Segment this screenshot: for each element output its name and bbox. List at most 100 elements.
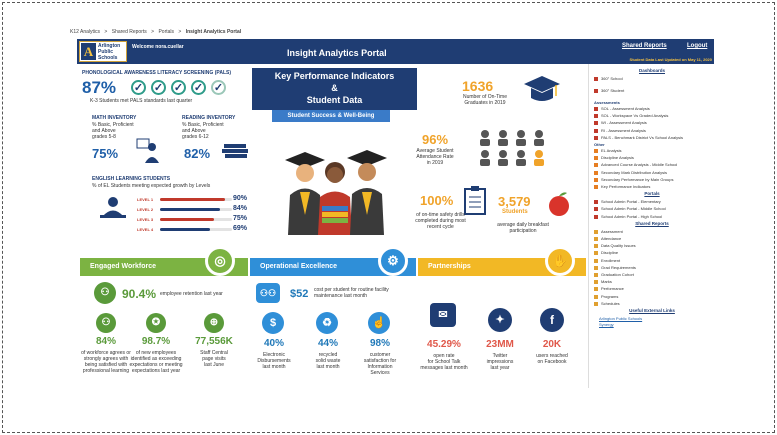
sidebar-report-link[interactable]: Programs (594, 294, 618, 299)
el-level-label: LEVEL 4 (137, 227, 154, 232)
sidebar-report-label: School Admin Portal - High School (601, 213, 663, 219)
sidebar-report-link[interactable]: RI - Assessment Analysis (594, 128, 646, 133)
sidebar-report-label: Discipline Analysis (601, 155, 634, 161)
breakfast-unit: Students (502, 209, 528, 215)
breadcrumb-current: Insight Analytics Portal (185, 29, 242, 35)
stat-desc-line: last June (203, 362, 224, 368)
sidebar-report-label: Secondary Mark Distribution Analysis (601, 169, 668, 175)
check-icon: ✓ (171, 80, 186, 95)
sidebar-report-link[interactable]: 360° School (594, 76, 623, 81)
sidebar-report-link[interactable]: Graduation Cohort (594, 272, 634, 277)
safety-desc: of on-time safety drills completed durin… (408, 212, 473, 230)
el-level-bar (160, 217, 232, 222)
sidebar-report-link[interactable]: Performance (594, 286, 624, 291)
reading-desc: % Basic, Proficient and Above grades 6-1… (182, 122, 224, 140)
sidebar-report-link[interactable]: Grad Requirements (594, 265, 636, 270)
stat-value: 23MM (486, 339, 514, 350)
stat-desc: customer satisfaction for Information Servi… (350, 352, 410, 376)
sidebar-report-link[interactable]: WI - Assessment Analysis (594, 120, 647, 125)
sidebar-report-link[interactable]: Advanced Course Analysis - Middle School (594, 162, 677, 167)
cost-value: $52 (290, 288, 309, 300)
kpi-title-line: Key Performance Indicators (274, 71, 395, 81)
el-level-value: 75% (233, 215, 248, 222)
report-icon (594, 244, 598, 249)
breadcrumb-shared-reports[interactable]: Shared Reports (112, 29, 147, 35)
sidebar-report-link[interactable]: Enrollment (594, 258, 620, 263)
el-level-value: 84% (233, 205, 248, 212)
sidebar-report-link[interactable]: School Admin Portal - High School (594, 214, 662, 219)
sidebar-report-link[interactable]: Secondary Mark Distribution Analysis (594, 170, 667, 175)
attendance-desc-line: in 2019 (426, 160, 444, 166)
stat-desc-line: on Facebook (537, 359, 567, 365)
sidebar-report-link[interactable]: Key Performance Indicators (594, 184, 650, 189)
books-icon (222, 144, 248, 158)
sidebar-report-label: Grad Requirements (601, 264, 636, 270)
safety-value: 100% (420, 193, 454, 208)
chat-icon: ✉ (430, 303, 456, 327)
sidebar-report-link[interactable]: PALS - Benchmark District Vs School Anal… (594, 135, 683, 140)
recycle-icon: ♻ (316, 312, 338, 334)
sidebar-report-link[interactable]: Assessment (594, 229, 623, 234)
stat-desc-line: last month (262, 364, 286, 370)
sidebar-report-link[interactable]: Discipline Analysis (594, 155, 634, 160)
web-icon: ⊕ (204, 313, 224, 333)
report-icon (594, 207, 598, 212)
portal-title: Insight Analytics Portal (287, 48, 387, 58)
cost-desc: cost per student for routine facility ma… (314, 287, 389, 299)
logout-link[interactable]: Logout (687, 43, 707, 49)
attendance-value: 96% (422, 132, 449, 147)
el-level-bar (160, 197, 232, 202)
sidebar-report-link[interactable]: Marks (594, 279, 612, 284)
sidebar-report-link[interactable]: Data Quality Issues (594, 243, 636, 248)
stat-desc: Twitter impressions last year (470, 353, 530, 371)
sidebar-report-link[interactable]: Schedules (594, 301, 620, 306)
report-icon (594, 88, 598, 93)
report-icon (594, 265, 598, 270)
breadcrumb-portals[interactable]: Portals (158, 29, 174, 35)
sidebar-report-label: Advanced Course Analysis - Middle School (601, 162, 678, 168)
sidebar-report-link[interactable]: SOL - Workspace Vs Graded Analysis (594, 113, 668, 118)
sidebar-report-link[interactable]: Secondary Performance by Main Groups (594, 177, 673, 182)
portal-header: A Arlington Public Schools Welcome nora.… (77, 39, 714, 64)
sidebar-report-link[interactable]: EL Analysis (594, 148, 622, 153)
sidebar-report-link[interactable]: School Admin Portal - Middle School (594, 206, 666, 211)
grads-value: 1636 (462, 78, 494, 94)
sidebar-report-label: PALS - Benchmark District Vs School Anal… (601, 134, 683, 140)
stat-desc-line: Services (370, 370, 390, 376)
sidebar-report-link[interactable]: 360° Student (594, 88, 624, 93)
sidebar-section-heading: Portals (644, 191, 660, 197)
report-icon (594, 214, 598, 219)
el-bar-fill (160, 218, 214, 221)
sidebar-report-label: 360° Student (601, 88, 625, 93)
breadcrumb-k12[interactable]: K12 Analytics (70, 29, 100, 35)
sidebar-report-label: Programs (601, 293, 619, 299)
stat-desc-line: last year (490, 365, 510, 371)
logo-mark: A (81, 43, 96, 60)
sidebar-report-link[interactable]: Attendance (594, 236, 621, 241)
report-icon (594, 200, 598, 205)
stat-desc-line: last month (316, 364, 340, 370)
stat-desc: of new employees identified as exceeding e… (126, 350, 186, 374)
breakfast-value: 3,579 (498, 194, 531, 209)
logo-line: Schools (98, 55, 118, 61)
sidebar-external-link[interactable]: Arlington Public Schools (599, 316, 642, 321)
sidebar-report-link[interactable]: Discipline (594, 250, 618, 255)
report-icon (594, 114, 598, 119)
breadcrumb-sep: > (104, 29, 108, 35)
stat-value: 44% (317, 338, 338, 349)
cost-desc-line: maintenance last month (314, 293, 368, 299)
sidebar-report-link[interactable]: School Admin Portal - Elementary (594, 199, 661, 204)
sidebar-report-label: Marks (601, 279, 612, 285)
sidebar-report-label: Key Performance Indicators (601, 184, 651, 189)
sidebar-external-link[interactable]: Synergy (599, 322, 614, 327)
pals-title: PHONOLOGICAL AWARENESS LITERACY SCREENIN… (82, 70, 231, 76)
sidebar-section-heading: Shared Reports (635, 220, 669, 226)
math-desc-line: grades 5-8 (92, 134, 116, 140)
sidebar-report-link[interactable]: SOL - Assessment Analysis (594, 106, 650, 111)
sidebar-report-label: Assessment (601, 228, 623, 234)
english-student-icon (100, 197, 126, 218)
stat-value: 45.29% (427, 339, 461, 350)
el-bar-fill (160, 228, 210, 231)
graduates-illustration (285, 150, 387, 235)
shared-reports-link[interactable]: Shared Reports (622, 43, 667, 49)
